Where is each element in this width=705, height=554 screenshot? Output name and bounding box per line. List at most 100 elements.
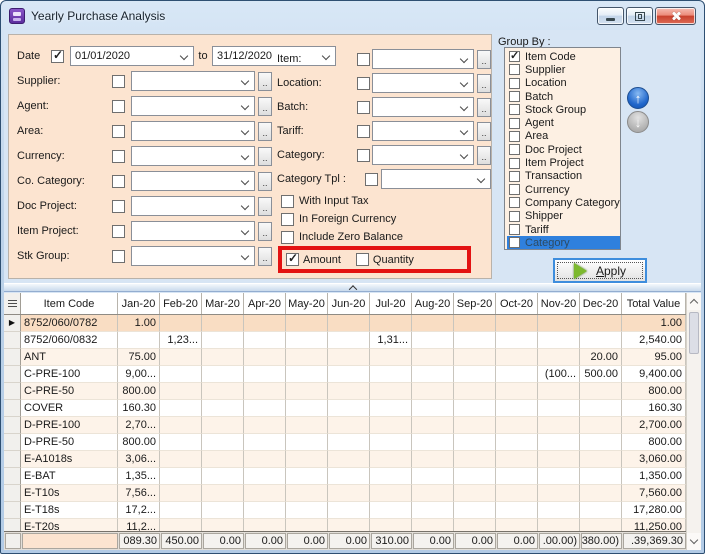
row-selector-cell[interactable] [4, 349, 21, 366]
row-selector-cell[interactable] [4, 468, 21, 485]
row-selector-cell[interactable] [4, 434, 21, 451]
group-by-item[interactable]: Shipper [507, 210, 620, 223]
browse-button[interactable]: .. [258, 72, 272, 91]
browse-button[interactable]: .. [258, 222, 272, 241]
table-row[interactable]: ANT 75.0020.0095.00 [4, 349, 686, 366]
filter-checkbox[interactable] [357, 77, 370, 90]
table-row[interactable]: E-T20s 11,2...11,250.00 [4, 519, 686, 531]
browse-button[interactable]: .. [258, 147, 272, 166]
row-selector-cell[interactable] [4, 332, 21, 349]
table-row[interactable]: E-T18s 17,2...17,280.00 [4, 502, 686, 519]
table-row[interactable]: D-PRE-100 2,70...2,700.00 [4, 417, 686, 434]
group-by-item[interactable]: Tariff [507, 223, 620, 236]
filter-checkbox[interactable] [112, 125, 125, 138]
group-by-checkbox[interactable] [509, 144, 520, 155]
filter-checkbox[interactable] [357, 125, 370, 138]
row-selector-cell[interactable] [4, 451, 21, 468]
filter-combobox[interactable] [131, 121, 255, 141]
option-checkbox[interactable] [281, 195, 294, 208]
row-selector-cell[interactable] [4, 366, 21, 383]
date-checkbox[interactable] [51, 50, 64, 63]
group-by-item[interactable]: Location [507, 77, 620, 90]
group-by-item[interactable]: Item Project [507, 156, 620, 169]
filter-combobox[interactable] [131, 221, 255, 241]
row-selector-cell[interactable]: ▶ [4, 315, 21, 332]
browse-button[interactable]: .. [477, 98, 491, 117]
filter-checkbox[interactable] [112, 250, 125, 263]
group-by-item[interactable]: Stock Group [507, 103, 620, 116]
filter-checkbox[interactable] [357, 149, 370, 162]
group-by-checkbox[interactable] [509, 237, 520, 248]
option-row[interactable]: Include Zero Balance [281, 228, 403, 246]
category-tpl-combobox[interactable] [381, 169, 491, 189]
group-by-item[interactable]: Agent [507, 116, 620, 129]
table-row[interactable]: COVER 160.30160.30 [4, 400, 686, 417]
maximize-button[interactable] [626, 7, 653, 25]
browse-button[interactable]: .. [258, 172, 272, 191]
option-checkbox[interactable] [281, 213, 294, 226]
scroll-down-button[interactable] [687, 533, 701, 550]
group-by-checkbox[interactable] [509, 104, 520, 115]
filter-checkbox[interactable] [112, 175, 125, 188]
filter-combobox[interactable] [372, 49, 474, 69]
table-row[interactable]: C-PRE-50 800.00800.00 [4, 383, 686, 400]
filter-checkbox[interactable] [112, 225, 125, 238]
row-selector-cell[interactable] [4, 417, 21, 434]
metric-checkbox[interactable] [286, 253, 299, 266]
filter-checkbox[interactable] [112, 200, 125, 213]
category-tpl-checkbox[interactable] [365, 173, 378, 186]
option-checkbox[interactable] [281, 231, 294, 244]
filter-combobox[interactable] [131, 96, 255, 116]
table-row[interactable]: E-BAT 1,35...1,350.00 [4, 468, 686, 485]
group-by-checkbox[interactable] [509, 64, 520, 75]
group-by-item[interactable]: Doc Project [507, 143, 620, 156]
group-by-item[interactable]: Batch [507, 90, 620, 103]
group-by-item[interactable]: Currency [507, 183, 620, 196]
group-by-checkbox[interactable] [509, 78, 520, 89]
table-row[interactable]: 8752/060/0832 1,23...1,31...2,540.00 [4, 332, 686, 349]
group-by-item[interactable]: Transaction [507, 170, 620, 183]
close-button[interactable] [655, 7, 696, 25]
group-by-checkbox[interactable] [509, 51, 520, 62]
filter-combobox[interactable] [131, 146, 255, 166]
table-row[interactable]: E-A1018s 3,06...3,060.00 [4, 451, 686, 468]
browse-button[interactable]: .. [477, 146, 491, 165]
group-by-checkbox[interactable] [509, 91, 520, 102]
filter-combobox[interactable] [131, 71, 255, 91]
metric-option[interactable]: Quantity [356, 253, 414, 266]
filter-checkbox[interactable] [357, 53, 370, 66]
row-selector-cell[interactable] [4, 519, 21, 531]
group-by-checkbox[interactable] [509, 158, 520, 169]
filter-checkbox[interactable] [112, 150, 125, 163]
move-down-button[interactable]: ↓ [627, 111, 649, 133]
minimize-button[interactable] [597, 7, 624, 25]
browse-button[interactable]: .. [258, 247, 272, 266]
date-from-combo[interactable]: 01/01/2020 [70, 46, 194, 66]
scroll-up-button[interactable] [687, 293, 701, 310]
group-by-checkbox[interactable] [509, 197, 520, 208]
table-row[interactable]: E-T10s 7,56...7,560.00 [4, 485, 686, 502]
collapse-splitter[interactable] [4, 283, 701, 292]
group-by-item[interactable]: Item Code [507, 50, 620, 63]
row-selector-cell[interactable] [4, 502, 21, 519]
group-by-checkbox[interactable] [509, 224, 520, 235]
vertical-scrollbar[interactable] [686, 293, 701, 550]
table-row[interactable]: C-PRE-100 9,00...(100...500.009,400.00 [4, 366, 686, 383]
option-row[interactable]: In Foreign Currency [281, 210, 403, 228]
group-by-checkbox[interactable] [509, 184, 520, 195]
browse-button[interactable]: .. [258, 97, 272, 116]
row-selector-cell[interactable] [4, 485, 21, 502]
row-selector-cell[interactable] [4, 400, 21, 417]
filter-checkbox[interactable] [112, 75, 125, 88]
title-bar[interactable]: Yearly Purchase Analysis [1, 1, 704, 30]
filter-combobox[interactable] [372, 73, 474, 93]
group-by-checkbox[interactable] [509, 118, 520, 129]
group-by-item[interactable]: Area [507, 130, 620, 143]
filter-combobox[interactable] [131, 246, 255, 266]
browse-button[interactable]: .. [477, 50, 491, 69]
filter-combobox[interactable] [131, 171, 255, 191]
option-row[interactable]: With Input Tax [281, 192, 403, 210]
filter-checkbox[interactable] [112, 100, 125, 113]
scrollbar-thumb[interactable] [689, 312, 699, 354]
move-up-button[interactable]: ↑ [627, 87, 649, 109]
